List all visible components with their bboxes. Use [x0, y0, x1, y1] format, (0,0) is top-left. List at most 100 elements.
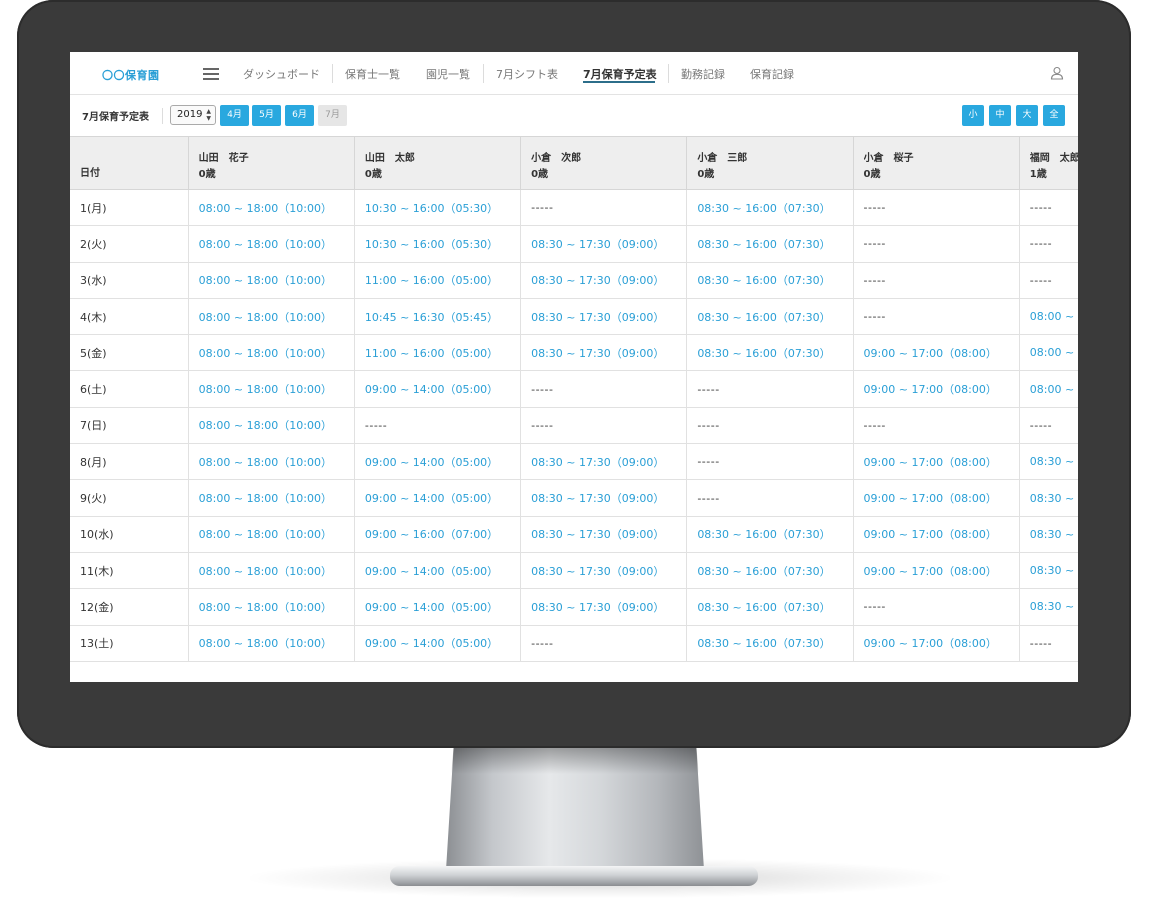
no-schedule-cell[interactable]: ----- [1019, 262, 1078, 299]
schedule-time-cell[interactable]: 09:00 ~ 17:00（08:00） [853, 552, 1020, 590]
month-button-may[interactable]: 5月 [252, 105, 281, 126]
no-schedule-cell[interactable]: ----- [1019, 407, 1078, 445]
schedule-time-cell[interactable]: 08:30 ~ 17:30（09:00） [520, 298, 688, 336]
schedule-time-cell[interactable]: 08:00 ~ 18:00（10:00） [188, 189, 355, 227]
schedule-time-cell[interactable]: 09:00 ~ 17:00（08:00） [853, 479, 1020, 517]
no-schedule-cell[interactable]: ----- [853, 298, 1020, 336]
schedule-time-cell[interactable]: 09:00 ~ 17:00（08:00） [853, 516, 1020, 553]
schedule-time-cell[interactable]: 08:30 ~ 17:30（09:00） [520, 334, 688, 372]
schedule-time-cell[interactable]: 08:00 ~ 18:00（10:00） [188, 407, 355, 445]
schedule-time-cell[interactable]: 08:00 ~ 18:00（10:00） [188, 262, 355, 299]
no-schedule-cell[interactable]: ----- [853, 407, 1020, 445]
schedule-time-cell[interactable]: 08:30 ~ 16:00（07:30） [686, 334, 854, 372]
schedule-time-cell[interactable]: 08:00 ~ 18:00（10:00） [188, 370, 355, 408]
schedule-time-cell[interactable]: 09:00 ~ 17:00（08:00） [853, 443, 1020, 481]
no-schedule-cell[interactable]: ----- [1019, 625, 1078, 662]
month-button-june[interactable]: 6月 [285, 105, 314, 126]
schedule-time-cell[interactable]: 09:00 ~ 14:00（05:00） [354, 552, 522, 590]
nav-item-work-records[interactable]: 勤務記録 [681, 66, 725, 82]
no-schedule-cell[interactable]: ----- [520, 189, 688, 227]
schedule-time-cell[interactable]: 10:45 ~ 16:30（05:45） [354, 298, 522, 336]
no-schedule-cell[interactable]: ----- [686, 370, 854, 408]
schedule-time-cell[interactable]: 08:00 ~ 18:00（10:00） [188, 225, 355, 263]
schedule-time-cell[interactable]: 08:30 ~ 17:30（09:00） [520, 588, 688, 626]
schedule-time-cell[interactable]: 08:00 ~ 18:00（10:00） [188, 479, 355, 517]
schedule-time-cell[interactable]: 08:00 ~ 18:00（10:00） [188, 334, 355, 372]
top-navigation: 〇〇保育園 ダッシュボード 保育士一覧 園児一覧 7月シフト表 7月保育予定表 … [70, 52, 1078, 95]
schedule-time-cell[interactable]: 08:30 ~ 16:00（07:30） [686, 298, 854, 336]
date-cell: 4(木) [70, 298, 189, 336]
nav-item-staff-list[interactable]: 保育士一覧 [345, 66, 400, 82]
hamburger-icon[interactable] [203, 68, 219, 80]
nav-item-shift-table[interactable]: 7月シフト表 [496, 66, 558, 82]
schedule-time-cell[interactable]: 08:30 ~ 1 [1019, 479, 1078, 517]
schedule-time-cell[interactable]: 08:30 ~ 16:00（07:30） [686, 625, 854, 662]
schedule-time-cell[interactable]: 08:30 ~ 1 [1019, 552, 1078, 590]
schedule-time-cell[interactable]: 09:00 ~ 17:00（08:00） [853, 625, 1020, 662]
schedule-time-cell[interactable]: 08:00 ~ 18:00（10:00） [188, 552, 355, 590]
nav-item-dashboard[interactable]: ダッシュボード [243, 66, 320, 82]
schedule-time-cell[interactable]: 08:30 ~ 16:00（07:30） [686, 225, 854, 263]
schedule-time-cell[interactable]: 09:00 ~ 14:00（05:00） [354, 370, 522, 408]
no-schedule-cell[interactable]: ----- [853, 588, 1020, 626]
month-button-april[interactable]: 4月 [220, 105, 249, 126]
schedule-time-cell[interactable]: 08:30 ~ 16:00（07:30） [686, 262, 854, 299]
schedule-time-cell[interactable]: 09:00 ~ 17:00（08:00） [853, 334, 1020, 372]
no-schedule-cell[interactable]: ----- [853, 225, 1020, 263]
schedule-time-cell[interactable]: 08:30 ~ 17:30（09:00） [520, 479, 688, 517]
schedule-time-cell[interactable]: 09:00 ~ 17:00（08:00） [853, 370, 1020, 408]
schedule-time-cell[interactable]: 09:00 ~ 14:00（05:00） [354, 443, 522, 481]
schedule-time-cell[interactable]: 09:00 ~ 14:00（05:00） [354, 625, 522, 662]
schedule-time-cell[interactable]: 08:30 ~ 1 [1019, 588, 1078, 626]
no-schedule-cell[interactable]: ----- [354, 407, 522, 445]
nav-item-child-list[interactable]: 園児一覧 [426, 66, 470, 82]
no-schedule-cell[interactable]: ----- [853, 189, 1020, 227]
no-schedule-cell[interactable]: ----- [520, 625, 688, 662]
schedule-time-cell[interactable]: 09:00 ~ 16:00（07:00） [354, 516, 522, 553]
schedule-table-container[interactable]: 日付 山田 花子 0歳 山田 太郎 0歳 小倉 次郎 0歳 小倉 三郎 0歳 小倉 桜子… [70, 136, 1078, 682]
schedule-time-cell[interactable]: 08:00 ~ 1 [1019, 334, 1078, 372]
schedule-time-cell[interactable]: 10:30 ~ 16:00（05:30） [354, 225, 522, 263]
schedule-time-cell[interactable]: 08:30 ~ 16:00（07:30） [686, 588, 854, 626]
no-schedule-cell[interactable]: ----- [1019, 189, 1078, 227]
schedule-time-cell[interactable]: 08:30 ~ 16:00（07:30） [686, 552, 854, 590]
no-schedule-cell[interactable]: ----- [520, 370, 688, 408]
size-button-large[interactable]: 大 [1016, 105, 1038, 126]
schedule-time-cell[interactable]: 08:30 ~ 17:30（09:00） [520, 443, 688, 481]
schedule-time-cell[interactable]: 08:30 ~ 16:00（07:30） [686, 516, 854, 553]
no-schedule-cell[interactable]: ----- [1019, 225, 1078, 263]
schedule-time-cell[interactable]: 08:30 ~ 1 [1019, 516, 1078, 553]
brand-logo[interactable]: 〇〇保育園 [102, 67, 160, 83]
no-schedule-cell[interactable]: ----- [686, 479, 854, 517]
schedule-time-cell[interactable]: 11:00 ~ 16:00（05:00） [354, 334, 522, 372]
schedule-time-cell[interactable]: 08:00 ~ 18:00（10:00） [188, 443, 355, 481]
schedule-time-cell[interactable]: 08:00 ~ 18:00（10:00） [188, 516, 355, 553]
size-button-small[interactable]: 小 [962, 105, 984, 126]
schedule-time-cell[interactable]: 08:30 ~ 1 [1019, 443, 1078, 481]
schedule-time-cell[interactable]: 08:30 ~ 17:30（09:00） [520, 516, 688, 553]
no-schedule-cell[interactable]: ----- [686, 443, 854, 481]
schedule-time-cell[interactable]: 09:00 ~ 14:00（05:00） [354, 588, 522, 626]
schedule-time-cell[interactable]: 08:00 ~ 18:00（10:00） [188, 625, 355, 662]
size-button-medium[interactable]: 中 [989, 105, 1011, 126]
no-schedule-cell[interactable]: ----- [686, 407, 854, 445]
schedule-time-cell[interactable]: 08:30 ~ 17:30（09:00） [520, 552, 688, 590]
no-schedule-cell[interactable]: ----- [520, 407, 688, 445]
schedule-time-cell[interactable]: 11:00 ~ 16:00（05:00） [354, 262, 522, 299]
user-icon[interactable] [1050, 66, 1064, 80]
schedule-time-cell[interactable]: 09:00 ~ 14:00（05:00） [354, 479, 522, 517]
nav-item-care-records[interactable]: 保育記録 [750, 66, 794, 82]
schedule-time-cell[interactable]: 08:30 ~ 17:30（09:00） [520, 225, 688, 263]
schedule-time-cell[interactable]: 08:00 ~ 1 [1019, 370, 1078, 408]
schedule-time-cell[interactable]: 08:30 ~ 16:00（07:30） [686, 189, 854, 227]
table-row: 9(火) 08:00 ~ 18:00（10:00） 09:00 ~ 14:00（05… [70, 479, 1078, 517]
schedule-time-cell[interactable]: 10:30 ~ 16:00（05:30） [354, 189, 522, 227]
schedule-time-cell[interactable]: 08:00 ~ 18:00（10:00） [188, 298, 355, 336]
size-button-all[interactable]: 全 [1043, 105, 1065, 126]
schedule-time-cell[interactable]: 08:00 ~ 1 [1019, 298, 1078, 336]
year-select[interactable]: 2019 ▲ ▼ [170, 105, 216, 125]
schedule-time-cell[interactable]: 08:30 ~ 17:30（09:00） [520, 262, 688, 299]
no-schedule-cell[interactable]: ----- [853, 262, 1020, 299]
schedule-time-cell[interactable]: 08:00 ~ 18:00（10:00） [188, 588, 355, 626]
nav-item-care-schedule[interactable]: 7月保育予定表 [583, 66, 657, 82]
